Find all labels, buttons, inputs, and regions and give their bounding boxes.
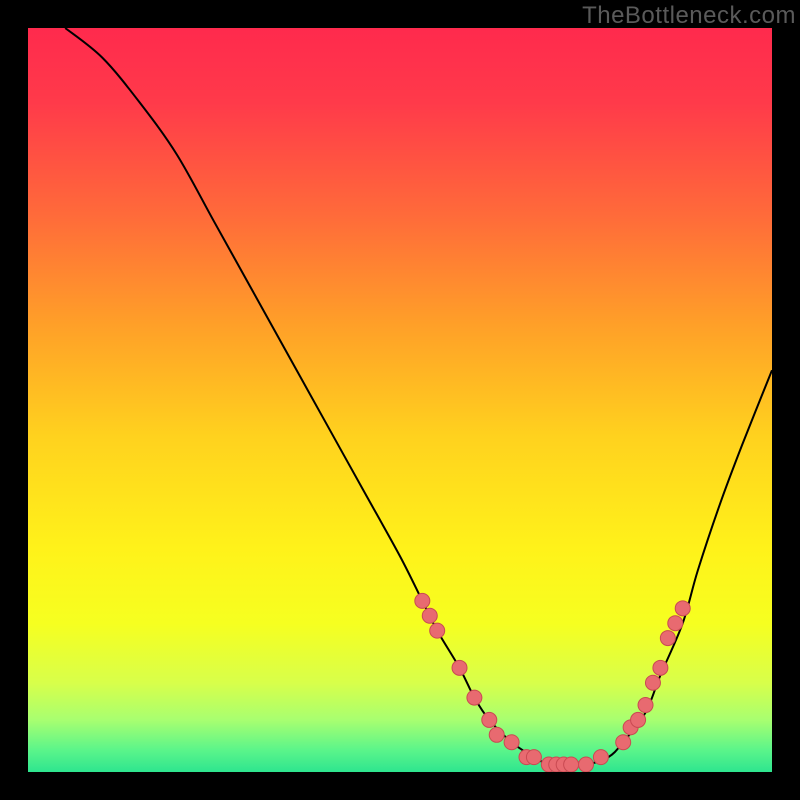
threshold-dot [489, 727, 504, 742]
threshold-dot [668, 616, 683, 631]
threshold-dot [616, 735, 631, 750]
threshold-dot [430, 623, 445, 638]
threshold-dot [422, 608, 437, 623]
plot-frame [28, 28, 772, 772]
threshold-dot [504, 735, 519, 750]
threshold-dot [653, 660, 668, 675]
bottleneck-chart-svg [28, 28, 772, 772]
threshold-dot [593, 750, 608, 765]
threshold-dot [675, 601, 690, 616]
threshold-dot [645, 675, 660, 690]
threshold-dot [660, 631, 675, 646]
threshold-dot [579, 757, 594, 772]
threshold-dot [564, 757, 579, 772]
threshold-dot [631, 712, 646, 727]
threshold-dot [638, 698, 653, 713]
threshold-dot [467, 690, 482, 705]
threshold-dot [482, 712, 497, 727]
threshold-dot [452, 660, 467, 675]
threshold-dot [526, 750, 541, 765]
watermark-text: TheBottleneck.com [582, 2, 796, 30]
threshold-dot [415, 593, 430, 608]
